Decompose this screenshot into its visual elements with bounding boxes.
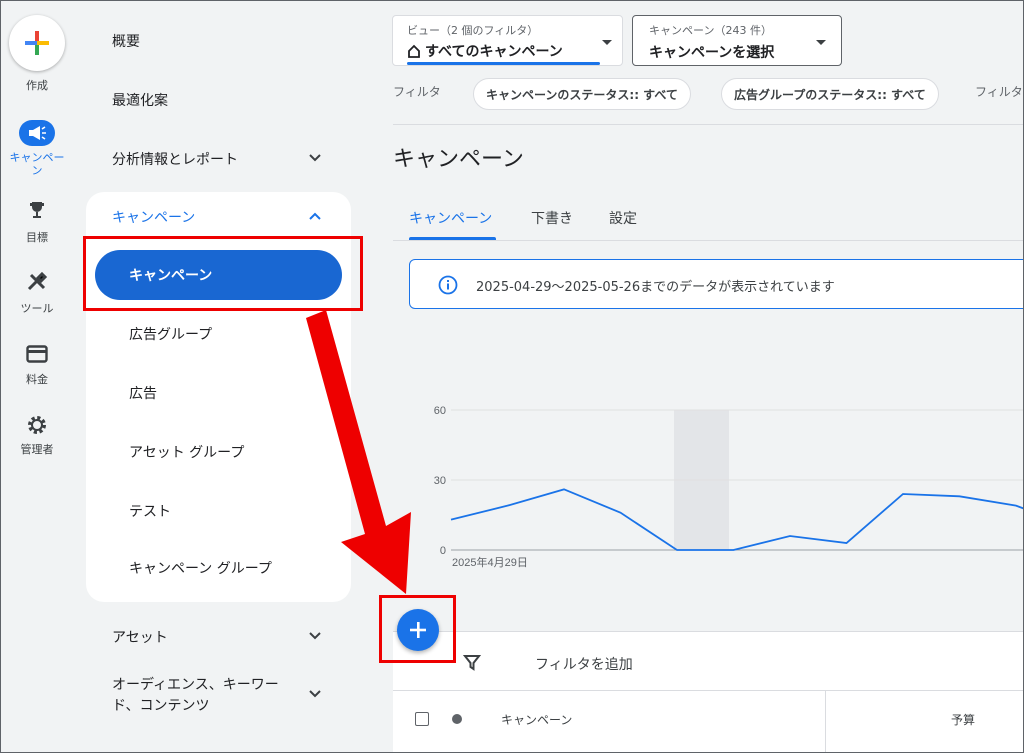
caret-down-icon (816, 40, 826, 45)
filter-label: フィルタ (393, 85, 441, 99)
divider (393, 124, 1023, 125)
annotation-highlight-box (379, 595, 456, 663)
nav-overview[interactable]: 概要 (112, 31, 140, 51)
nav-experiments[interactable]: テスト (129, 501, 171, 521)
create-label: 作成 (26, 79, 48, 92)
nav-recommendations[interactable]: 最適化案 (112, 90, 168, 110)
nav-assets[interactable]: アセット (112, 627, 168, 647)
view-selector-underline (407, 62, 600, 65)
campaign-selector-value: キャンペーンを選択 (649, 45, 775, 61)
caret-down-icon (602, 40, 612, 45)
campaign-selector-label: キャンペーン（243 件） (649, 24, 772, 37)
rail-label-billing: 料金 (26, 373, 48, 386)
annotation-highlight-box (83, 236, 363, 311)
rail-label-campaigns: キャンペー ン (9, 151, 65, 177)
divider (393, 240, 1023, 241)
rail-label-tools: ツール (20, 302, 54, 315)
chevron-up-icon[interactable] (307, 208, 323, 224)
x-tick-label: 2025年4月29日 (452, 555, 528, 569)
rail-item-admin[interactable] (1, 414, 73, 436)
filter-chip-adgroup-status[interactable]: 広告グループのステータス:: すべて (721, 78, 939, 110)
rail-label-admin: 管理者 (20, 443, 54, 456)
credit-card-icon (26, 345, 48, 363)
divider (393, 690, 1023, 691)
annotation-arrow (306, 310, 411, 594)
rail-item-billing[interactable] (1, 345, 73, 363)
date-info-text: 2025-04-29〜2025-05-26までのデータが表示されています (476, 280, 835, 295)
create-button[interactable] (9, 15, 65, 71)
filter-chip-campaign-status[interactable]: キャンペーンのステータス:: すべて (473, 78, 691, 110)
column-header-campaign[interactable]: キャンペーン (501, 711, 572, 728)
nav-ad-groups[interactable]: 広告グループ (129, 324, 212, 344)
filter-label-2[interactable]: フィルタ (975, 83, 1023, 100)
filter-icon[interactable] (463, 654, 481, 672)
plus-icon (25, 31, 49, 55)
column-header-budget[interactable]: 予算 (951, 711, 975, 728)
chevron-down-icon[interactable] (307, 628, 323, 644)
rail-item-tools[interactable] (1, 271, 73, 293)
nav-asset-groups[interactable]: アセット グループ (129, 442, 244, 462)
tab-settings[interactable]: 設定 (609, 208, 637, 228)
view-selector-text: すべてのキャンペーン (425, 44, 563, 60)
gear-icon (28, 416, 46, 434)
rail-label-goals: 目標 (26, 231, 48, 244)
rail-item-goals[interactable] (1, 200, 73, 220)
view-selector-value: すべてのキャンペーン (407, 41, 563, 61)
view-selector[interactable]: ビュー（2 個のフィルタ） すべてのキャンペーン (392, 15, 623, 66)
nav-ads[interactable]: 広告 (129, 383, 157, 403)
add-filter-button[interactable]: フィルタを追加 (535, 654, 633, 674)
page-title: キャンペーン (393, 147, 524, 172)
status-dot-icon (452, 714, 462, 724)
view-selector-label: ビュー（2 個のフィルタ） (407, 24, 539, 37)
nav-audiences[interactable]: オーディエンス、キーワー ド、コンテンツ (112, 675, 279, 717)
tools-icon (27, 271, 48, 291)
megaphone-icon (19, 120, 55, 146)
tab-drafts[interactable]: 下書き (531, 208, 573, 228)
campaigns-table: フィルタを追加 キャンペーン 予算 (393, 631, 1023, 752)
performance-chart: 603002025年4月29日 (434, 405, 1023, 569)
date-info-banner: 2025-04-29〜2025-05-26までのデータが表示されています (409, 259, 1023, 309)
trophy-icon (30, 202, 44, 218)
nav-campaigns-group[interactable]: キャンペーン (112, 207, 195, 227)
chevron-down-icon[interactable] (307, 150, 323, 166)
chevron-down-icon[interactable] (307, 686, 323, 702)
nav-campaign-groups[interactable]: キャンペーン グループ (129, 558, 272, 578)
left-rail: 作成 キャンペー ン 目標 ツール 料金 管理者 (1, 1, 73, 752)
select-all-checkbox[interactable] (415, 712, 429, 726)
chart-series-line (450, 488, 1023, 551)
nav-insights[interactable]: 分析情報とレポート (112, 149, 238, 169)
column-divider (825, 691, 826, 752)
info-icon (438, 275, 458, 295)
app-window: 作成 キャンペー ン 目標 ツール 料金 管理者 概要 最適化案 分析情報とレポ… (0, 0, 1024, 753)
tab-campaigns[interactable]: キャンペーン (409, 208, 492, 228)
campaign-selector[interactable]: キャンペーン（243 件） キャンペーンを選択 (632, 15, 842, 66)
rail-item-campaigns[interactable] (1, 120, 73, 146)
home-icon (408, 44, 420, 58)
